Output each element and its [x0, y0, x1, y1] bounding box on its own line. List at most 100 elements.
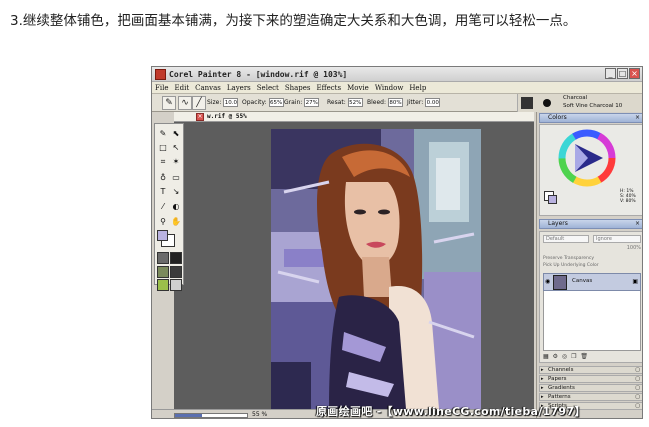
document-canvas[interactable] — [174, 122, 534, 409]
size-field[interactable]: 10.0 — [223, 98, 239, 107]
look-selector-icon[interactable] — [170, 279, 182, 291]
toolbox-panel: ✎ ⬉ □ ↖ ⌗ ✶ ♁ ▭ T ↘ ⁄ ◐ ⚲ ✋ — [154, 123, 184, 291]
pattern-selector-icon[interactable] — [157, 266, 169, 278]
paint-bucket-icon[interactable]: ◐ — [170, 201, 182, 213]
dropper-icon[interactable]: ⁄ — [157, 201, 169, 213]
property-bar: ✎ ∿ ╱ Size: 10.0 Opacity: 65% Grain: 27%… — [152, 94, 642, 112]
layer-row-canvas[interactable]: ◉ Canvas ▣ — [543, 273, 641, 291]
painting-artwork[interactable] — [174, 122, 534, 409]
menu-help[interactable]: Help — [409, 82, 426, 93]
brush-tool-icon[interactable]: ✎ — [162, 96, 176, 110]
layer-opacity-value: 100% — [626, 245, 641, 251]
bg-dark-bottom — [271, 362, 311, 409]
resat-control: Resat: 52% — [327, 98, 363, 107]
layer-adjuster-icon[interactable]: ⬉ — [170, 128, 182, 140]
shape-selection-icon[interactable]: ↘ — [170, 186, 182, 198]
gradient-selector-icon[interactable] — [170, 252, 182, 264]
new-layer-icon[interactable]: ❐ — [571, 353, 577, 360]
layers-panel-close-icon[interactable]: × — [635, 220, 640, 228]
brush-variant[interactable]: Soft Vine Charcoal 10 — [563, 103, 622, 109]
magic-wand-icon[interactable]: ✶ — [170, 156, 182, 168]
gradients-close-icon[interactable]: ▢ — [635, 385, 640, 391]
layers-panel-header[interactable]: Layers × — [539, 219, 642, 229]
pick-up-color-checkbox[interactable]: Pick Up Underlying Color — [543, 263, 599, 268]
opacity-field[interactable]: 65% — [268, 98, 284, 107]
brush-category-icon[interactable] — [521, 97, 533, 109]
neck-shape — [362, 257, 392, 297]
lasso-icon[interactable]: ↖ — [170, 142, 182, 154]
crop-icon[interactable]: ⌗ — [157, 156, 169, 168]
menu-select[interactable]: Select — [257, 82, 279, 93]
zoom-slider[interactable] — [174, 413, 248, 418]
layer-name: Canvas — [572, 278, 593, 284]
menu-effects[interactable]: Effects — [317, 82, 342, 93]
text-icon[interactable]: T — [157, 186, 169, 198]
delete-layer-icon[interactable]: 🗑 — [580, 353, 589, 360]
resat-field[interactable]: 52% — [347, 98, 363, 107]
magnifier-icon[interactable]: ⚲ — [157, 216, 169, 228]
minimize-button[interactable]: _ — [605, 68, 616, 79]
title-bar[interactable]: Corel Painter 8 - [window.rif @ 103%] _ … — [152, 67, 642, 82]
rectangle-select-icon[interactable]: □ — [157, 142, 169, 154]
bleed-field[interactable]: 80% — [388, 98, 403, 107]
painter-window: Corel Painter 8 - [window.rif @ 103%] _ … — [151, 66, 643, 419]
painter-app-icon — [155, 69, 166, 80]
gradients-panel-header[interactable]: Gradients ▢ — [539, 384, 642, 392]
main-color-swatch[interactable] — [157, 230, 168, 241]
visibility-eye-icon[interactable]: ◉ — [545, 278, 550, 285]
grabber-hand-icon[interactable]: ✋ — [170, 216, 182, 228]
main-color-mini-swatch[interactable] — [548, 195, 557, 204]
layer-thumbnail — [553, 275, 567, 290]
maximize-button[interactable]: □ — [617, 68, 628, 79]
brush-selector[interactable]: Charcoal Soft Vine Charcoal 10 — [517, 94, 642, 112]
menu-canvas[interactable]: Canvas — [195, 82, 221, 93]
patterns-panel-header[interactable]: Patterns ▢ — [539, 393, 642, 401]
grain-field[interactable]: 27% — [304, 98, 320, 107]
scripts-close-icon[interactable]: ▢ — [635, 403, 640, 409]
preserve-transparency-checkbox[interactable]: Preserve Transparency — [543, 256, 594, 261]
nozzle-selector-icon[interactable] — [157, 279, 169, 291]
new-layer-mask-icon[interactable]: ◎ — [562, 353, 568, 360]
hue-ring[interactable] — [558, 129, 616, 187]
channels-panel-header[interactable]: Channels ▢ — [539, 366, 642, 374]
weaving-selector-icon[interactable] — [170, 266, 182, 278]
dynamic-plugins-icon[interactable]: ⚙ — [553, 353, 559, 360]
jitter-field[interactable]: 0.00 — [425, 98, 441, 107]
menu-layers[interactable]: Layers — [227, 82, 251, 93]
papers-close-icon[interactable]: ▢ — [635, 376, 640, 382]
channels-close-icon[interactable]: ▢ — [635, 367, 640, 373]
document-title-bar[interactable]: × w.rif @ 55% — [174, 112, 534, 122]
brush-dab-icon[interactable] — [543, 99, 551, 107]
colors-panel-header[interactable]: Colors × — [539, 113, 642, 123]
brush-icon[interactable]: ✎ — [157, 128, 169, 140]
jitter-control: Jitter: 0.00 — [407, 98, 441, 107]
bg-window-shape — [436, 158, 460, 210]
close-button[interactable]: × — [629, 68, 640, 79]
papers-panel-header[interactable]: Papers ▢ — [539, 375, 642, 383]
layer-lock-icon[interactable]: ▣ — [632, 278, 638, 285]
composite-depth-select[interactable]: Ignore — [593, 235, 641, 243]
paper-selector-icon[interactable] — [157, 252, 169, 264]
menu-shapes[interactable]: Shapes — [285, 82, 311, 93]
size-control: Size: 10.0 — [207, 98, 239, 107]
brush-category[interactable]: Charcoal — [563, 95, 587, 101]
left-eye — [354, 209, 366, 215]
layers-panel-title: Layers — [548, 220, 568, 227]
straight-line-icon[interactable]: ╱ — [192, 96, 206, 110]
size-label: Size: — [207, 99, 222, 106]
patterns-close-icon[interactable]: ▢ — [635, 394, 640, 400]
composite-method-select[interactable]: Default — [543, 235, 589, 243]
menu-file[interactable]: File — [155, 82, 168, 93]
layer-opacity-slider[interactable]: 100% — [543, 245, 641, 253]
menu-edit[interactable]: Edit — [174, 82, 189, 93]
menu-window[interactable]: Window — [375, 82, 404, 93]
menu-movie[interactable]: Movie — [347, 82, 369, 93]
pen-icon[interactable]: ♁ — [157, 172, 169, 184]
bleed-label: Bleed: — [367, 99, 386, 106]
colors-panel-close-icon[interactable]: × — [635, 114, 640, 122]
document-close-icon[interactable]: × — [196, 113, 204, 121]
rectangle-shape-icon[interactable]: ▭ — [170, 172, 182, 184]
layer-commands-icon[interactable]: ▦ — [543, 353, 550, 360]
bg-violet-band — [284, 249, 324, 267]
stroke-type-icon[interactable]: ∿ — [178, 96, 192, 110]
